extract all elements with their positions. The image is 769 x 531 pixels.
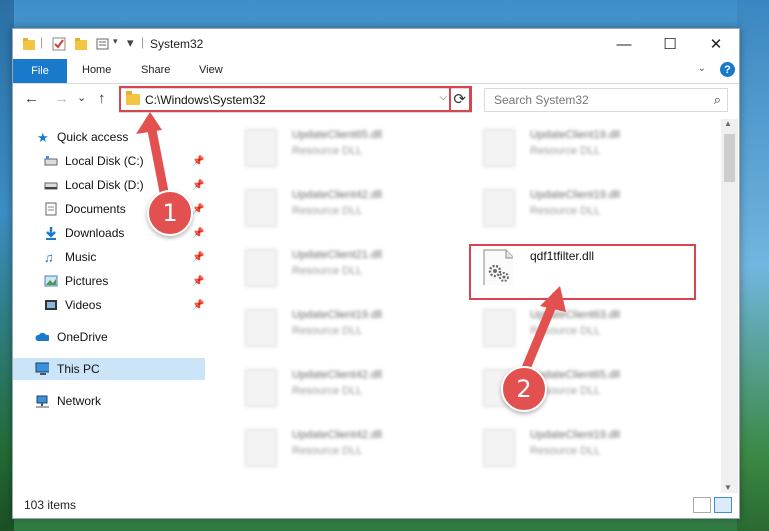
step-2-callout: 2 bbox=[501, 366, 547, 412]
arrowhead-1 bbox=[136, 112, 162, 134]
arrowhead-2 bbox=[540, 286, 566, 312]
step-1-callout: 1 bbox=[147, 190, 193, 236]
annotation-arrows bbox=[136, 112, 566, 383]
